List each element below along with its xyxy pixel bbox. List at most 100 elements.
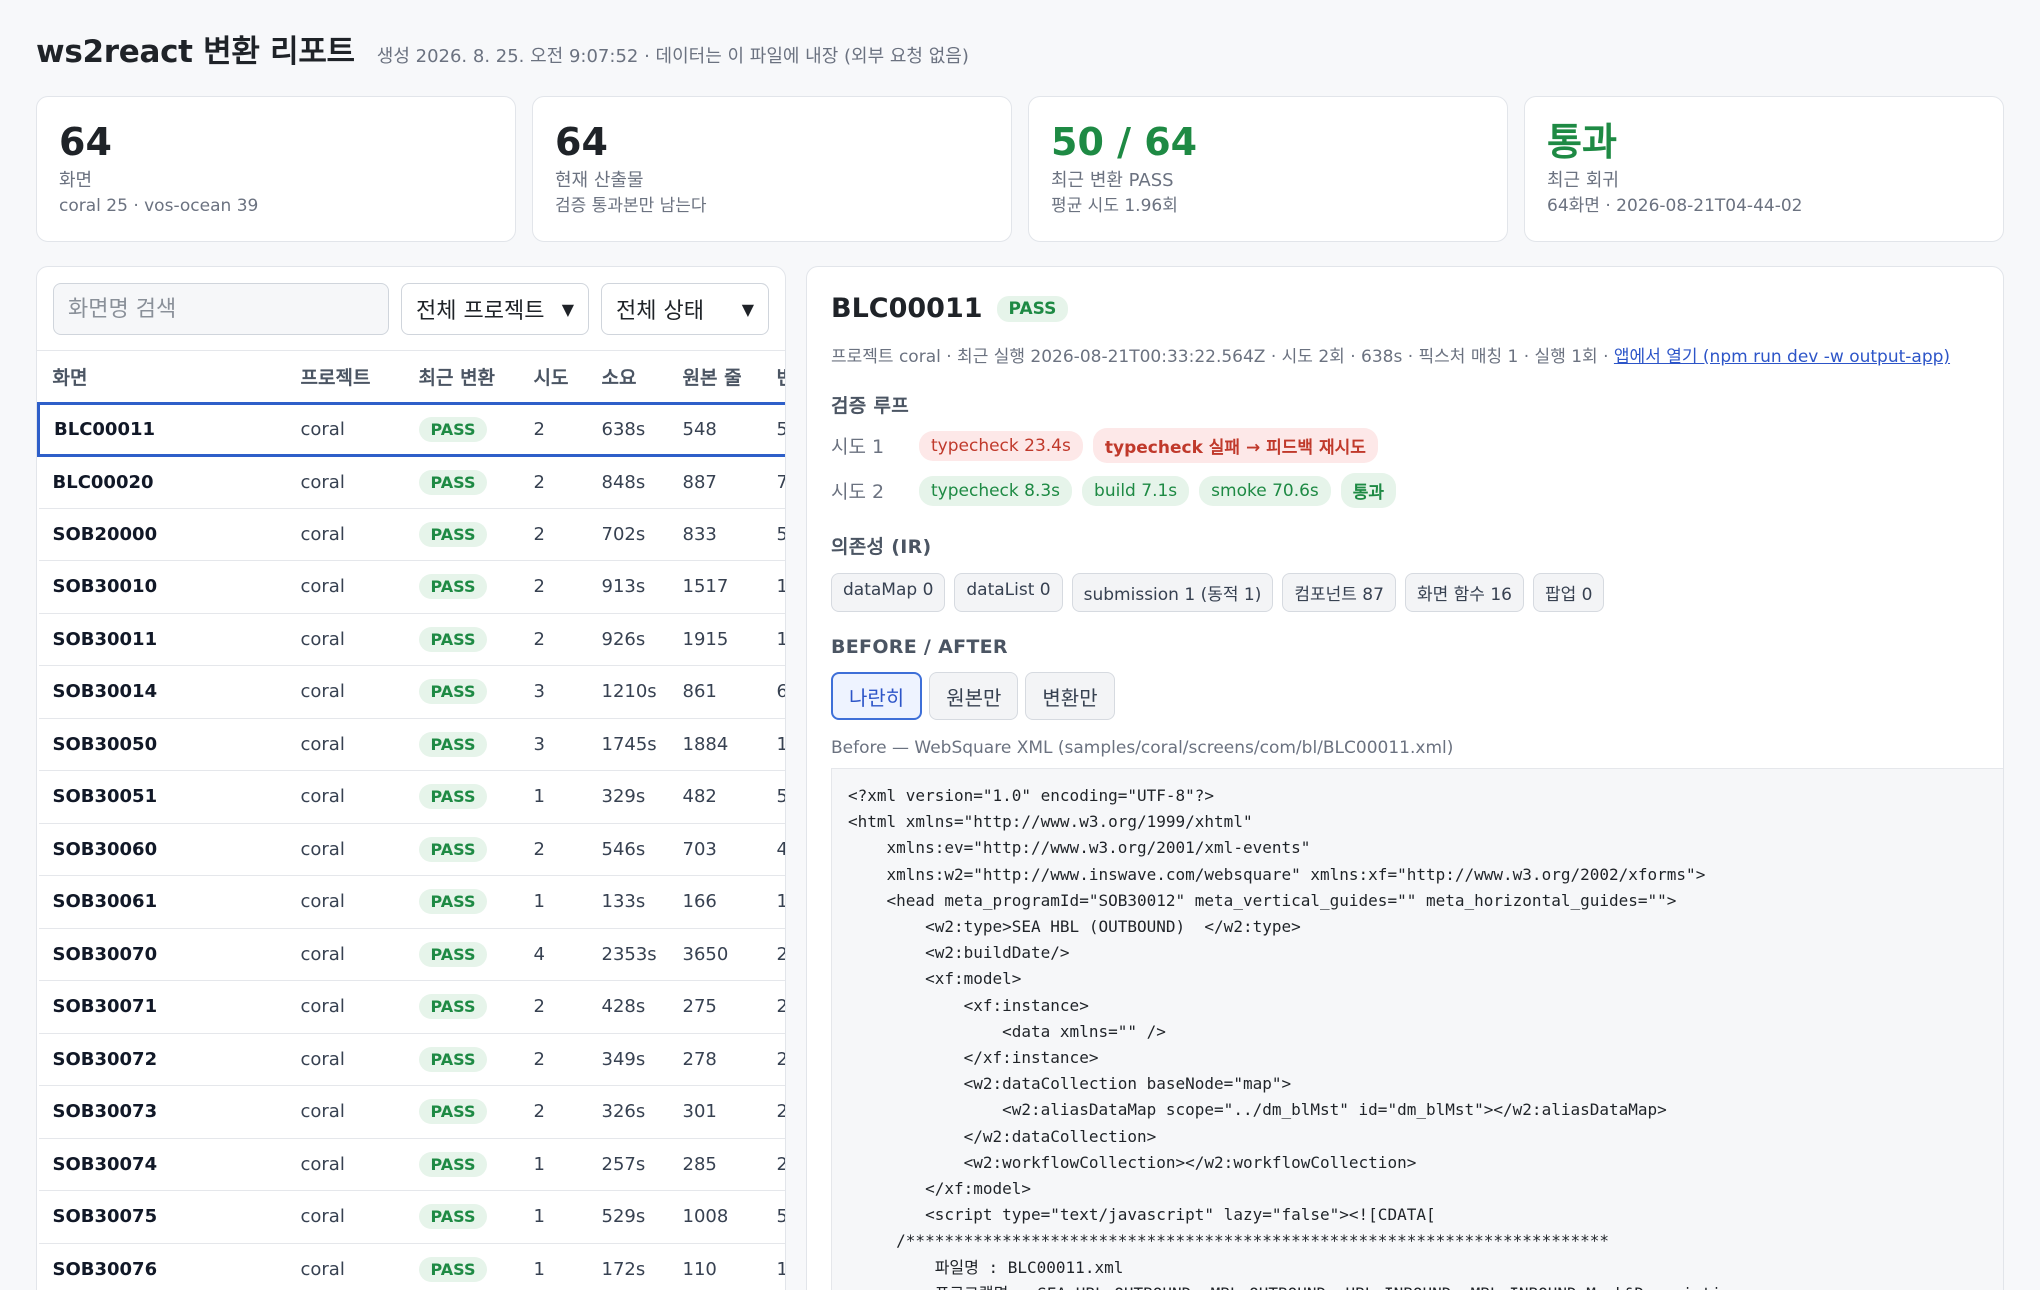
status-badge: PASS — [418, 1099, 488, 1125]
status-badge: PASS — [418, 521, 488, 547]
source-code-view[interactable]: <?xml version="1.0" encoding="UTF-8"?> <… — [831, 768, 2003, 1290]
table-row[interactable]: SOB30075coral PASS 1529s10085 — [38, 1190, 785, 1244]
cell-extra: 2 — [762, 1033, 785, 1086]
status-badge: PASS — [418, 1204, 488, 1230]
status-badge: PASS — [418, 626, 488, 652]
cell-attempts: 2 — [519, 980, 588, 1034]
table-row[interactable]: SOB30071coralPASS2428s2752 — [38, 980, 785, 1034]
cell-extra: 2 — [762, 980, 785, 1034]
dep-chip: 컴포넌트 87 — [1282, 573, 1396, 612]
cell-status: PASS — [404, 613, 520, 666]
card-value: 64 — [555, 120, 608, 164]
cell-time: 529s — [587, 1190, 669, 1244]
cell-screen: SOB30014 — [38, 665, 287, 719]
cell-attempts: 2 — [519, 613, 588, 666]
status-select[interactable]: 전체 상태 ▼ — [601, 283, 769, 335]
cell-time: 172s — [587, 1243, 669, 1290]
col-header-screen[interactable]: 화면 — [38, 351, 287, 404]
cell-attempts: 2 — [519, 508, 588, 561]
deps-list: dataMap 0 dataList 0 submission 1 (동적 1)… — [831, 573, 1979, 612]
table-row[interactable]: SOB30076coralPASS1172s1101 — [38, 1243, 785, 1290]
cell-time: 133s — [587, 875, 669, 929]
col-header-project[interactable]: 프로젝트 — [286, 351, 405, 404]
cell-screen: BLC00011 — [37, 401, 287, 457]
cell-lines: 861 — [668, 665, 763, 719]
cell-screen: SOB30074 — [38, 1138, 287, 1191]
cell-project: coral — [286, 770, 405, 824]
cell-project: coral — [286, 401, 405, 457]
cell-screen: SOB30075 — [38, 1190, 287, 1244]
cell-status: PASS — [404, 1190, 520, 1244]
cell-project: coral — [286, 928, 405, 981]
card-sub: 64화면 · 2026-08-21T04-44-02 — [1547, 196, 1803, 216]
cell-screen: SOB30010 — [38, 560, 287, 614]
cell-time: 257s — [587, 1138, 669, 1191]
cell-lines: 703 — [668, 823, 763, 876]
project-select[interactable]: 전체 프로젝트 ▼ — [401, 283, 589, 335]
cell-extra: 1 — [762, 1243, 785, 1290]
status-badge: PASS — [418, 836, 488, 862]
col-header-status[interactable]: 최근 변환 — [404, 351, 520, 404]
cell-status: PASS — [404, 1243, 520, 1290]
col-header-extra[interactable]: 변 — [762, 351, 785, 404]
cell-extra: 1 — [762, 560, 785, 614]
open-in-app-link[interactable]: 앱에서 열기 (npm run dev -w output-app) — [1614, 347, 1950, 367]
table-row[interactable]: BLC00011coral PASS 2638s5485 — [37, 401, 785, 457]
cell-status: PASS — [404, 875, 520, 929]
cell-screen: SOB30073 — [38, 1085, 287, 1139]
table-row[interactable]: BLC00020coral PASS 2848s8877 — [38, 455, 785, 509]
table-row[interactable]: SOB30010coral PASS 2913s15171 — [38, 560, 785, 614]
table-row[interactable]: SOB30014coral PASS 31210s8616 — [38, 665, 785, 719]
cell-extra: 1 — [762, 875, 785, 929]
page-subtitle: 생성 2026. 8. 25. 오전 9:07:52 · 데이터는 이 파일에 … — [376, 46, 969, 67]
cell-extra: 6 — [762, 665, 785, 719]
cell-lines: 1884 — [668, 718, 763, 771]
cell-attempts: 2 — [519, 1033, 588, 1086]
dep-chip: submission 1 (동적 1) — [1071, 573, 1274, 612]
card-label: 최근 변환 PASS — [1051, 170, 1174, 191]
cell-status: PASS — [404, 718, 520, 771]
table-row[interactable]: SOB30072coralPASS2349s2782 — [38, 1033, 785, 1086]
cell-screen: SOB30011 — [38, 613, 287, 666]
status-badge: PASS — [418, 1151, 488, 1177]
cell-lines: 548 — [668, 401, 763, 457]
table-row[interactable]: SOB30070coral PASS 42353s36502 — [38, 928, 785, 981]
dep-chip: 화면 함수 16 — [1404, 573, 1524, 612]
cell-screen: SOB30070 — [38, 928, 287, 981]
result-chip: 통과 — [1340, 473, 1397, 508]
view-original-button[interactable]: 원본만 — [929, 672, 1019, 720]
view-side-by-side-button[interactable]: 나란히 — [831, 672, 923, 720]
col-header-attempts[interactable]: 시도 — [519, 351, 588, 404]
cell-project: coral — [286, 1243, 405, 1290]
cell-project: coral — [286, 823, 405, 876]
cell-extra: 2 — [762, 1085, 785, 1139]
table-row[interactable]: SOB30060coral PASS 2546s7034 — [38, 823, 785, 876]
table-row[interactable]: SOB30011coral PASS 2926s19151 — [38, 613, 785, 666]
table-row[interactable]: SOB30061coralPASS1133s1661 — [38, 875, 785, 929]
cell-attempts: 1 — [519, 1190, 588, 1244]
cell-attempts: 4 — [519, 928, 588, 981]
cell-screen: SOB30076 — [38, 1243, 287, 1290]
table-row[interactable]: SOB30051coral PASS 1329s4825 — [38, 770, 785, 824]
cell-status: PASS — [404, 455, 520, 509]
cell-project: coral — [286, 1085, 405, 1139]
status-badge: PASS — [418, 469, 488, 495]
status-badge: PASS — [996, 295, 1069, 322]
cell-lines: 3650 — [668, 928, 763, 981]
cell-status: PASS — [404, 928, 520, 981]
table-row[interactable]: SOB30073coralPASS2326s3012 — [38, 1085, 785, 1139]
table-row[interactable]: SOB30050coral PASS 31745s18841 — [38, 718, 785, 771]
cell-lines: 301 — [668, 1085, 763, 1139]
search-input[interactable] — [53, 283, 389, 335]
view-converted-button[interactable]: 변환만 — [1025, 672, 1115, 720]
cell-time: 1210s — [587, 665, 669, 719]
chevron-down-icon: ▼ — [741, 299, 754, 319]
cell-extra: 5 — [762, 770, 785, 824]
cell-lines: 285 — [668, 1138, 763, 1191]
card-label: 화면 — [59, 170, 93, 191]
table-row[interactable]: SOB20000coral PASS 2702s8335 — [38, 508, 785, 561]
table-row[interactable]: SOB30074coral PASS 1257s2852 — [38, 1138, 785, 1191]
col-header-lines[interactable]: 원본 줄 — [668, 351, 763, 404]
col-header-time[interactable]: 소요 — [587, 351, 669, 404]
status-badge: PASS — [418, 784, 488, 810]
